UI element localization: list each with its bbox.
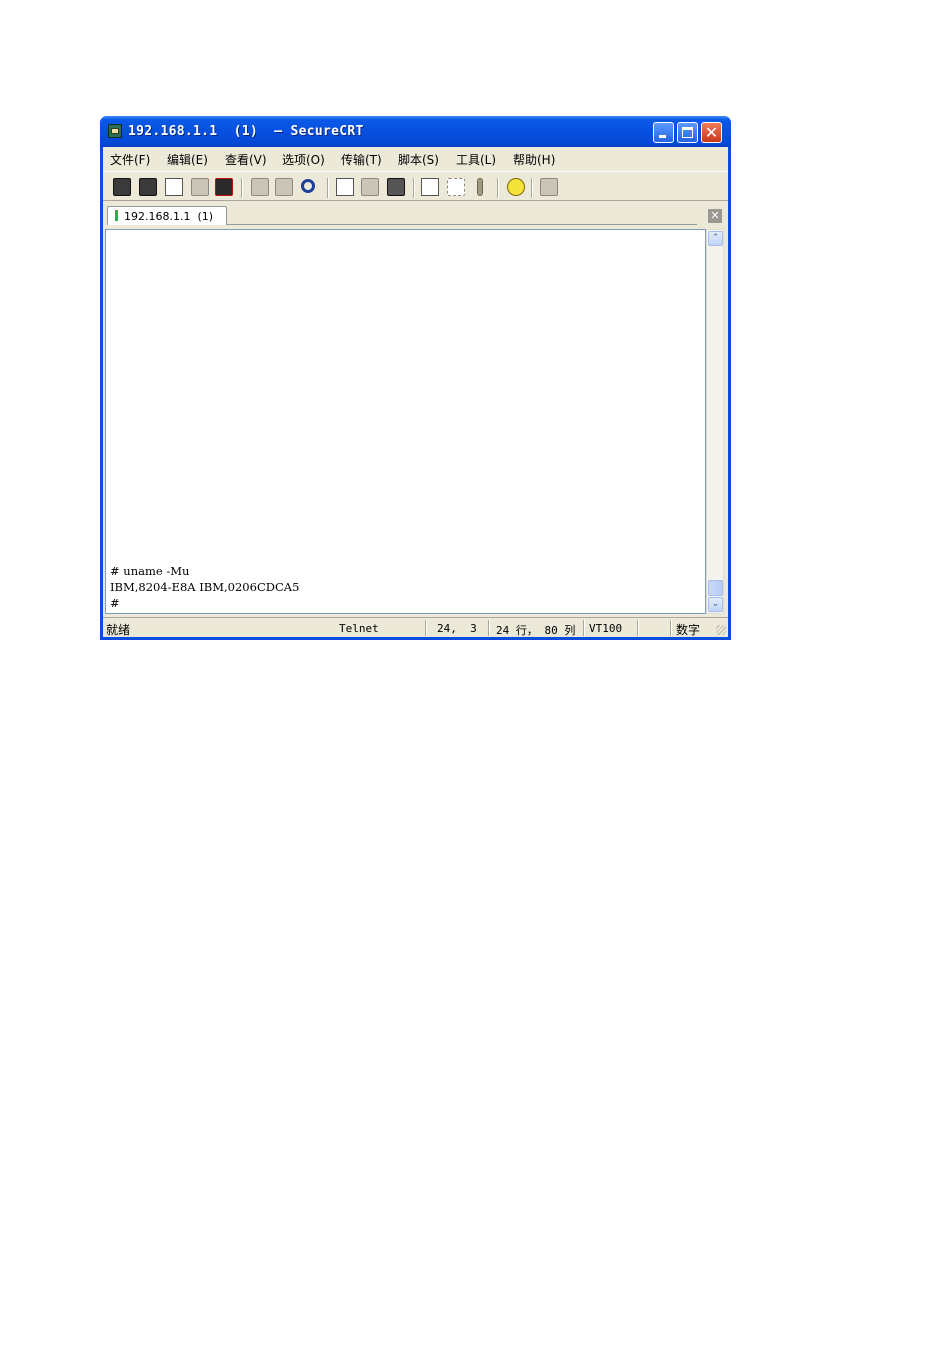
menu-options[interactable]: 选项(O) bbox=[282, 151, 325, 168]
keymap-icon[interactable] bbox=[477, 178, 483, 196]
status-numlock: 数字 bbox=[676, 623, 701, 637]
terminal-line: IBM,8204-E8A IBM,0206CDCA5 bbox=[110, 580, 300, 594]
paste-icon[interactable] bbox=[275, 178, 293, 196]
help-icon[interactable] bbox=[507, 178, 525, 196]
copy-icon[interactable] bbox=[251, 178, 269, 196]
menu-transfer[interactable]: 传输(T) bbox=[341, 151, 382, 168]
maximize-icon bbox=[678, 123, 697, 142]
scroll-down-button[interactable]: ⌄ bbox=[708, 597, 723, 612]
reconnect-icon[interactable] bbox=[191, 178, 209, 196]
print-icon[interactable] bbox=[387, 178, 405, 196]
print-selection-icon[interactable] bbox=[361, 178, 379, 196]
window-title: 192.168.1.1 (1) – SecureCRT bbox=[128, 124, 364, 139]
status-protocol: Telnet bbox=[339, 622, 379, 635]
terminal-line: # uname -Mu bbox=[110, 564, 190, 578]
toolbar bbox=[103, 171, 728, 201]
menu-edit[interactable]: 编辑(E) bbox=[167, 151, 208, 168]
toolbar-separator bbox=[497, 178, 499, 198]
menu-bar: 文件(F) 编辑(E) 查看(V) 选项(O) 传输(T) 脚本(S) 工具(L… bbox=[103, 147, 728, 169]
close-button[interactable]: ✕ bbox=[701, 122, 722, 143]
disconnect-icon[interactable] bbox=[215, 178, 233, 196]
minimize-icon bbox=[654, 123, 673, 142]
menu-script[interactable]: 脚本(S) bbox=[398, 151, 439, 168]
connected-indicator-icon bbox=[115, 210, 118, 221]
terminal-line: # bbox=[110, 596, 120, 610]
toolbar-separator bbox=[327, 178, 329, 198]
print-screen-icon[interactable] bbox=[336, 178, 354, 196]
global-options-icon[interactable] bbox=[447, 178, 465, 196]
status-divider bbox=[670, 620, 672, 636]
menu-view[interactable]: 查看(V) bbox=[225, 151, 267, 168]
menu-file[interactable]: 文件(F) bbox=[110, 151, 150, 168]
menu-tools[interactable]: 工具(L) bbox=[456, 151, 496, 168]
toolbar-separator bbox=[413, 178, 415, 198]
connect-in-tab-icon[interactable] bbox=[165, 178, 183, 196]
toolbar-separator bbox=[531, 178, 533, 198]
securecrt-app-icon[interactable] bbox=[108, 124, 122, 138]
maximize-button[interactable] bbox=[677, 122, 698, 143]
client-area: 文件(F) 编辑(E) 查看(V) 选项(O) 传输(T) 脚本(S) 工具(L… bbox=[103, 147, 728, 637]
minimize-button[interactable] bbox=[653, 122, 674, 143]
sftp-icon[interactable] bbox=[540, 178, 558, 196]
scroll-thumb[interactable] bbox=[708, 580, 723, 596]
close-tab-button[interactable]: ✕ bbox=[708, 209, 722, 223]
terminal-screen[interactable]: # uname -Mu IBM,8204-E8A IBM,0206CDCA5 # bbox=[105, 229, 706, 614]
terminal-output: # uname -Mu IBM,8204-E8A IBM,0206CDCA5 # bbox=[110, 563, 299, 611]
connect-icon[interactable] bbox=[113, 178, 131, 196]
close-icon: ✕ bbox=[704, 123, 719, 142]
status-divider bbox=[425, 620, 427, 636]
find-icon[interactable] bbox=[301, 179, 315, 193]
tab-underline bbox=[227, 224, 697, 225]
status-divider bbox=[637, 620, 639, 636]
toolbar-separator bbox=[241, 178, 243, 198]
status-bar: 就绪 Telnet 24, 3 24 行， 80 列 VT100 数字 bbox=[103, 617, 728, 637]
vertical-scrollbar[interactable]: ⌃ ⌄ bbox=[706, 229, 724, 614]
resize-grip-icon[interactable] bbox=[716, 625, 726, 635]
menu-help[interactable]: 帮助(H) bbox=[513, 151, 555, 168]
status-cursor-position: 24, 3 bbox=[437, 622, 477, 635]
scroll-up-button[interactable]: ⌃ bbox=[708, 231, 723, 246]
status-emulation: VT100 bbox=[589, 622, 623, 635]
quick-connect-icon[interactable] bbox=[139, 178, 157, 196]
title-bar[interactable]: 192.168.1.1 (1) – SecureCRT ✕ bbox=[100, 116, 731, 147]
tab-strip: 192.168.1.1 (1) ✕ bbox=[103, 201, 728, 225]
securecrt-window: 192.168.1.1 (1) – SecureCRT ✕ 文件(F) 编辑(E… bbox=[100, 116, 731, 640]
tab-label: 192.168.1.1 (1) bbox=[124, 210, 214, 223]
status-ready: 就绪 bbox=[106, 623, 131, 637]
status-terminal-size: 24 行， 80 列 bbox=[496, 624, 576, 637]
session-options-icon[interactable] bbox=[421, 178, 439, 196]
tab-session[interactable]: 192.168.1.1 (1) bbox=[107, 206, 227, 225]
status-divider bbox=[488, 620, 490, 636]
status-divider bbox=[583, 620, 585, 636]
